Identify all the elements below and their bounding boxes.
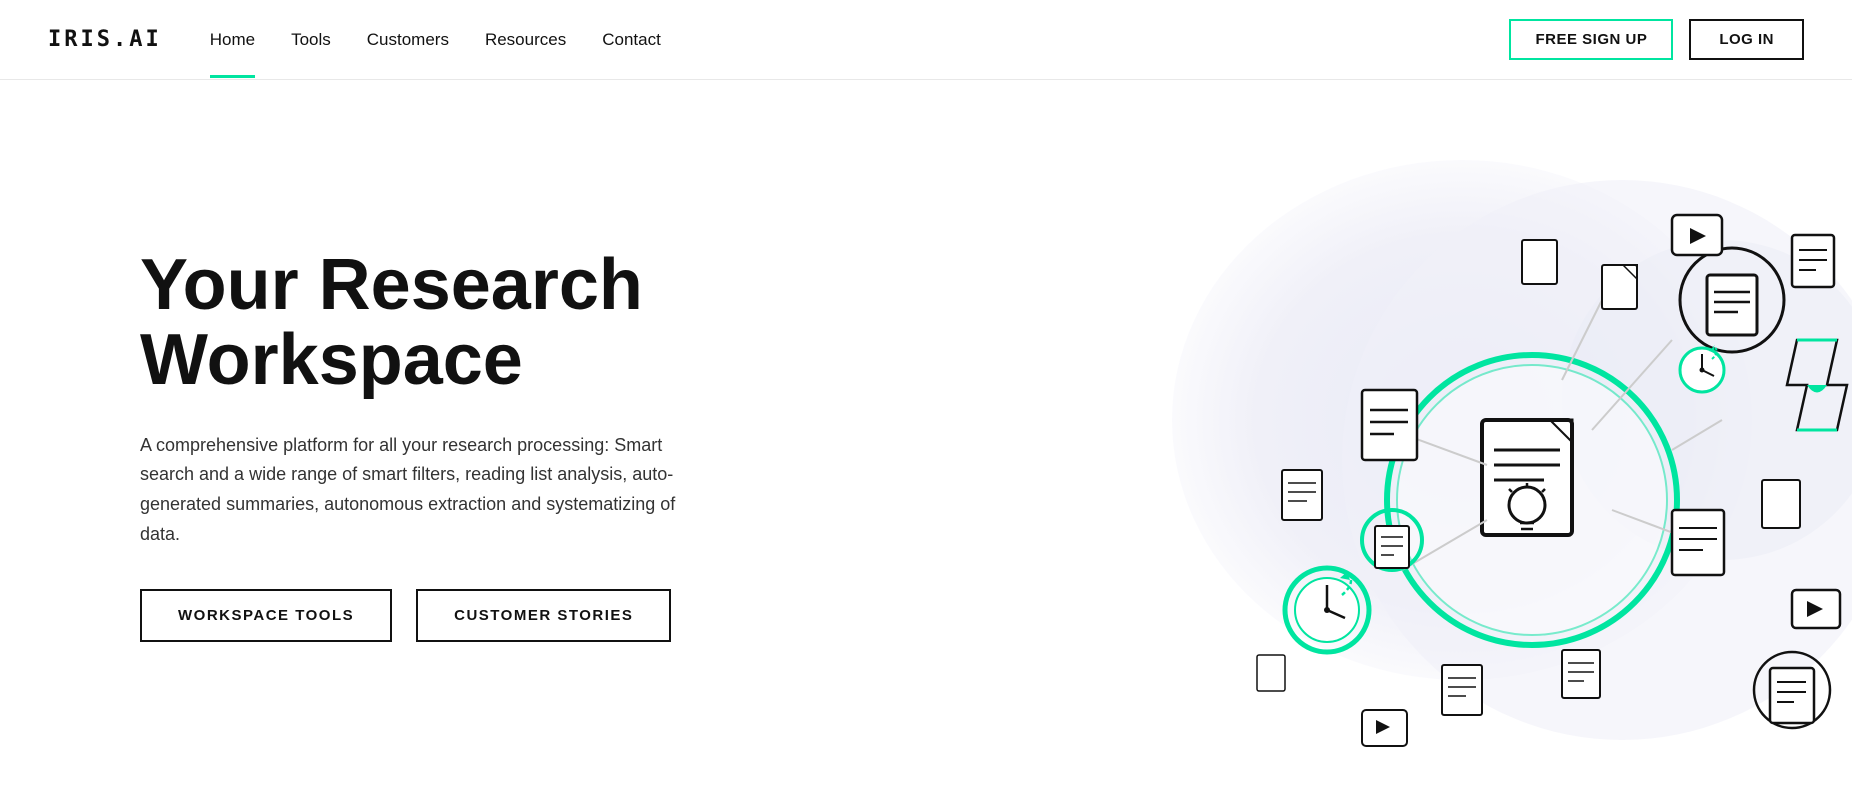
nav-links: Home Tools Customers Resources Contact	[210, 30, 661, 50]
navbar: IRIS.AI Home Tools Customers Resources C…	[0, 0, 1852, 80]
nav-item-tools[interactable]: Tools	[291, 30, 331, 50]
hero-content: Your Research Workspace A comprehensive …	[140, 248, 700, 643]
hero-title: Your Research Workspace	[140, 248, 700, 399]
nav-item-contact[interactable]: Contact	[602, 30, 661, 50]
hero-buttons: WORKSPACE TOOLS CUSTOMER STORIES	[140, 589, 700, 642]
logo[interactable]: IRIS.AI	[48, 27, 162, 52]
illustration-svg	[972, 120, 1852, 810]
nav-link-home[interactable]: Home	[210, 30, 255, 49]
hero-section: Your Research Workspace A comprehensive …	[0, 80, 1852, 810]
nav-link-customers[interactable]: Customers	[367, 30, 449, 49]
nav-link-resources[interactable]: Resources	[485, 30, 566, 49]
free-signup-button[interactable]: FREE SIGN UP	[1509, 19, 1673, 60]
hero-title-line1: Your Research	[140, 245, 643, 325]
customer-stories-button[interactable]: CUSTOMER STORIES	[416, 589, 671, 642]
navbar-right: FREE SIGN UP LOG IN	[1509, 19, 1804, 60]
hero-title-line2: Workspace	[140, 320, 523, 400]
login-button[interactable]: LOG IN	[1689, 19, 1804, 60]
hero-description: A comprehensive platform for all your re…	[140, 431, 700, 550]
nav-link-contact[interactable]: Contact	[602, 30, 661, 49]
nav-item-home[interactable]: Home	[210, 30, 255, 50]
hero-illustration	[972, 120, 1852, 810]
nav-link-tools[interactable]: Tools	[291, 30, 331, 49]
nav-item-resources[interactable]: Resources	[485, 30, 566, 50]
navbar-left: IRIS.AI Home Tools Customers Resources C…	[48, 27, 661, 52]
nav-item-customers[interactable]: Customers	[367, 30, 449, 50]
workspace-tools-button[interactable]: WORKSPACE TOOLS	[140, 589, 392, 642]
